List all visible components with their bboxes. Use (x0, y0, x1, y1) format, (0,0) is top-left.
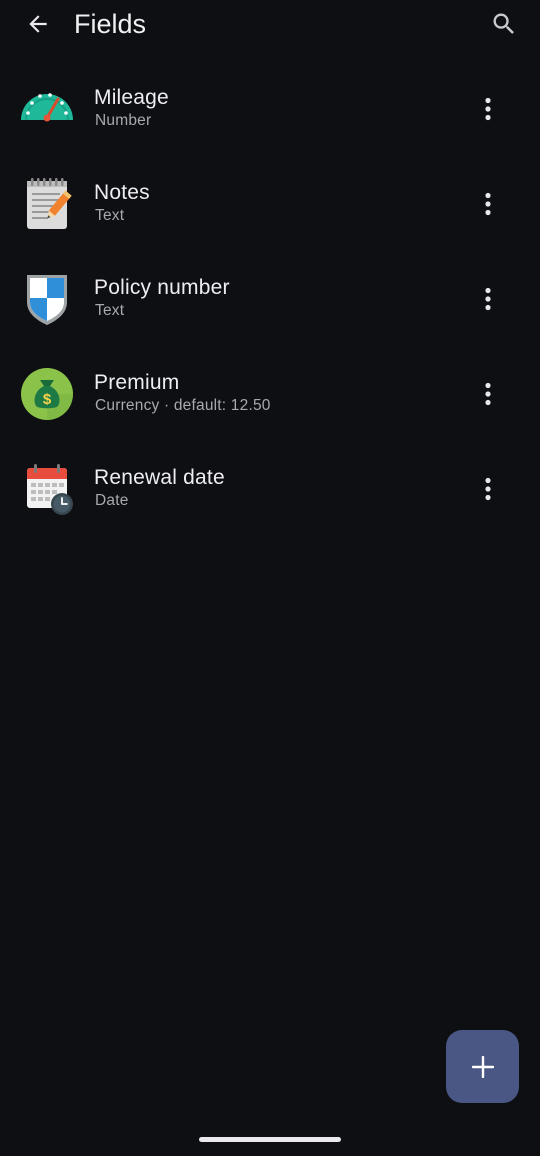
more-vert-icon (485, 192, 491, 216)
more-vert-icon (485, 97, 491, 121)
field-name: Notes (94, 181, 150, 204)
field-name: Premium (94, 371, 180, 394)
field-type: Currency · default: 12.50 (95, 397, 271, 414)
more-vert-icon (485, 477, 491, 501)
calendar-clock-icon (27, 464, 73, 515)
field-name: Renewal date (94, 466, 225, 489)
field-type: Date (95, 492, 129, 509)
more-vert-icon (485, 287, 491, 311)
more-options-button[interactable] (472, 471, 504, 507)
more-vert-icon (485, 382, 491, 406)
search-icon (493, 13, 514, 34)
notepad-icon (27, 178, 72, 229)
speedometer-icon (21, 93, 73, 122)
svg-text:$: $ (43, 391, 52, 408)
top-app-bar: Fields (0, 0, 540, 50)
money-bag-icon: $ (21, 368, 73, 420)
list-item-notes[interactable]: Notes Text (0, 156, 540, 251)
arrow-back-icon (29, 15, 47, 33)
list-item-renewal-date[interactable]: Renewal date Date (0, 441, 540, 536)
add-field-button[interactable] (446, 1030, 519, 1103)
search-button[interactable] (484, 6, 524, 42)
shield-icon (27, 275, 67, 325)
plus-icon (471, 1055, 494, 1078)
field-type: Text (95, 207, 125, 224)
field-type: Text (95, 302, 125, 319)
page-title: Fields (74, 9, 147, 39)
list-item-premium[interactable]: $ Premium Currency · default: 12.50 (0, 346, 540, 441)
fields-list: Mileage Number Notes Text Policy number … (0, 61, 540, 536)
home-indicator[interactable] (199, 1137, 341, 1142)
more-options-button[interactable] (472, 281, 504, 317)
more-options-button[interactable] (472, 91, 504, 127)
field-name: Mileage (94, 86, 169, 109)
field-type: Number (95, 112, 152, 129)
list-item-mileage[interactable]: Mileage Number (0, 61, 540, 156)
list-item-policy-number[interactable]: Policy number Text (0, 251, 540, 346)
more-options-button[interactable] (472, 376, 504, 412)
more-options-button[interactable] (472, 186, 504, 222)
field-name: Policy number (94, 276, 230, 299)
back-button[interactable] (18, 6, 58, 42)
